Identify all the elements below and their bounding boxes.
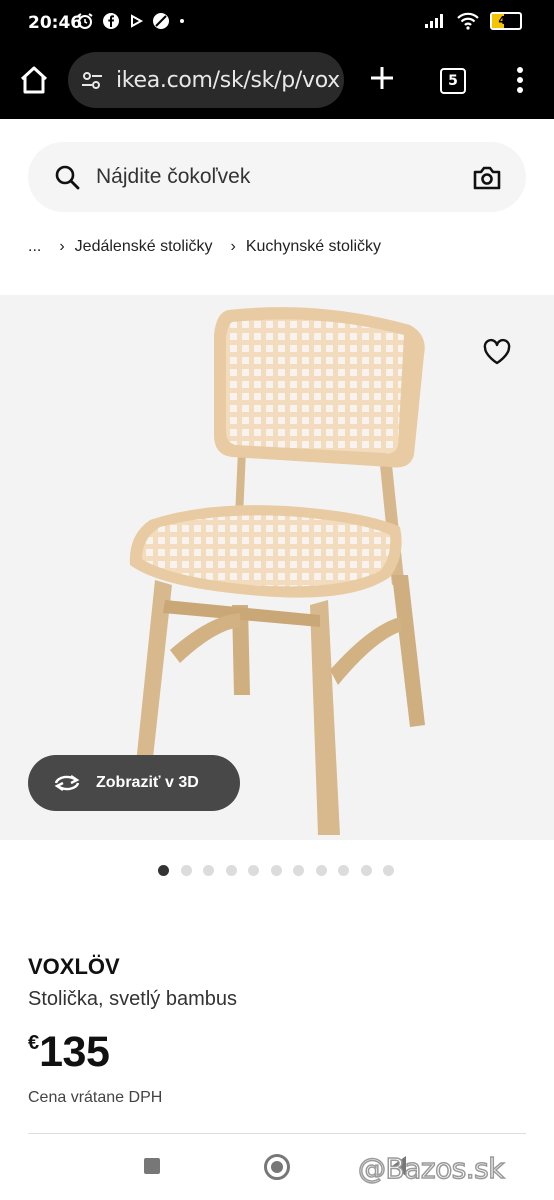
tab-switcher-button[interactable]: 5 — [440, 68, 466, 94]
facebook-icon — [103, 13, 119, 29]
breadcrumb: ... › Jedálenské stoličky › Kuchynské st… — [28, 238, 381, 256]
chevron-right-icon: › — [230, 238, 236, 255]
browser-toolbar: ikea.com/sk/sk/p/vox 5 — [0, 48, 554, 119]
url-bar[interactable]: ikea.com/sk/sk/p/vox — [68, 52, 344, 108]
carousel-dot[interactable] — [383, 865, 394, 876]
alarm-icon — [77, 13, 93, 29]
carousel-dot[interactable] — [360, 865, 372, 876]
price-currency: € — [28, 1032, 40, 1054]
wifi-icon — [457, 12, 479, 30]
carousel-dot[interactable] — [158, 865, 169, 876]
product-description: Stolička, svetlý bambus — [28, 988, 237, 1010]
dot-icon — [180, 19, 184, 23]
status-icons-right: 43 — [424, 12, 522, 30]
signal-icon — [425, 14, 443, 28]
home-icon[interactable] — [16, 62, 52, 98]
carousel-dot[interactable] — [248, 865, 259, 876]
search-icon — [55, 165, 80, 190]
recents-button[interactable] — [144, 1158, 160, 1174]
status-bar: 20:46 43 — [0, 0, 554, 48]
site-settings-icon[interactable] — [80, 68, 104, 92]
view-in-3d-label: Zobraziť v 3D — [96, 774, 199, 791]
rotate-3d-icon — [54, 775, 80, 791]
carousel-dot[interactable] — [180, 865, 192, 876]
carousel-dot[interactable] — [293, 865, 304, 876]
breadcrumb-ellipsis[interactable]: ... — [28, 238, 41, 256]
new-tab-icon[interactable] — [366, 62, 398, 94]
status-time: 20:46 — [28, 13, 83, 33]
image-carousel-dots[interactable] — [158, 865, 394, 876]
chevron-right-icon: › — [59, 238, 65, 255]
url-text: ikea.com/sk/sk/p/vox — [116, 67, 340, 93]
price-value: 135 — [39, 1028, 110, 1076]
product-name: VOXLÖV — [28, 954, 120, 979]
battery-icon: 43 — [490, 12, 522, 30]
product-price: € 135 — [28, 1028, 110, 1076]
carousel-dot[interactable] — [225, 865, 237, 876]
breadcrumb-item-dining-chairs[interactable]: Jedálenské stoličky — [75, 238, 213, 256]
home-button[interactable] — [264, 1154, 290, 1180]
view-in-3d-button[interactable]: Zobraziť v 3D — [28, 755, 240, 811]
carousel-dot[interactable] — [270, 865, 282, 876]
carousel-dot[interactable] — [315, 865, 327, 876]
camera-icon[interactable] — [472, 164, 502, 192]
more-menu-icon[interactable] — [508, 62, 532, 98]
battery-level: 43 — [498, 14, 514, 27]
breadcrumb-item-kitchen-chairs[interactable]: Kuchynské stoličky — [246, 238, 381, 256]
circle-slash-icon — [153, 13, 169, 29]
search-input[interactable]: Nájdite čokoľvek — [28, 142, 526, 212]
carousel-dot[interactable] — [338, 865, 349, 876]
play-icon — [131, 14, 144, 28]
vat-note: Cena vrátane DPH — [28, 1089, 163, 1106]
carousel-dot[interactable] — [203, 865, 214, 876]
watermark: @Bazos.sk — [357, 1151, 505, 1186]
search-placeholder: Nájdite čokoľvek — [96, 165, 251, 188]
status-icons-left — [76, 12, 186, 30]
heart-icon[interactable] — [482, 338, 512, 366]
